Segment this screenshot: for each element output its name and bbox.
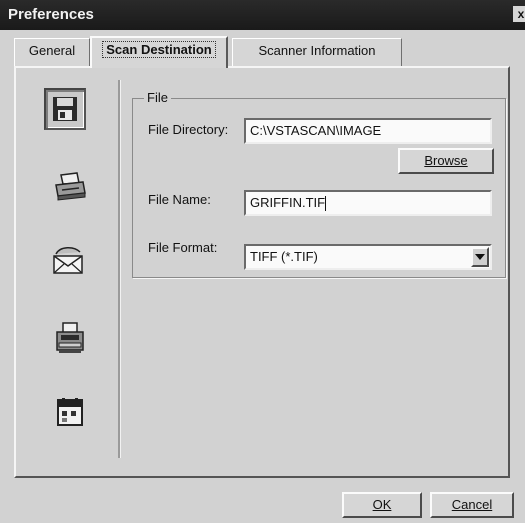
browse-button[interactable]: Browse — [398, 148, 494, 174]
file-directory-field[interactable]: C:\VSTASCAN\IMAGE — [244, 118, 492, 144]
window-title: Preferences — [8, 6, 94, 23]
disk-icon — [53, 97, 77, 121]
close-icon[interactable]: x — [513, 6, 525, 22]
file-directory-label: File Directory: — [148, 122, 229, 137]
text-caret — [325, 196, 327, 212]
destination-file[interactable] — [44, 88, 86, 130]
file-format-label: File Format: — [148, 240, 218, 255]
destination-printer[interactable] — [50, 166, 90, 206]
printer-icon — [55, 172, 86, 201]
tab-scanner-information[interactable]: Scanner Information — [232, 38, 402, 66]
ok-button[interactable]: OK — [342, 492, 422, 518]
file-name-label: File Name: — [148, 192, 211, 207]
cancel-button[interactable]: Cancel — [430, 492, 514, 518]
preferences-dialog: Preferences x General Scan Destination S… — [0, 0, 525, 523]
destination-fax[interactable] — [50, 318, 90, 358]
chevron-down-icon[interactable] — [471, 247, 489, 267]
ok-button-label: OK — [372, 497, 392, 512]
tab-scan-destination-label: Scan Destination — [102, 41, 216, 58]
tab-general-label: General — [28, 43, 76, 58]
destination-calendar[interactable] — [50, 392, 90, 432]
cancel-button-label: Cancel — [451, 497, 493, 512]
file-directory-value: C:\VSTASCAN\IMAGE — [250, 123, 382, 138]
destination-divider — [118, 80, 121, 458]
file-name-field[interactable]: GRIFFIN.TIF — [244, 190, 492, 216]
destination-mail[interactable] — [48, 240, 88, 280]
fax-icon — [56, 322, 84, 353]
calendar-icon — [57, 398, 83, 426]
mail-icon — [53, 247, 83, 274]
tab-general[interactable]: General — [14, 38, 90, 66]
file-format-select[interactable]: TIFF (*.TIF) — [244, 244, 492, 270]
title-bar[interactable]: Preferences x — [0, 0, 525, 30]
file-format-value: TIFF (*.TIF) — [250, 249, 318, 264]
tab-scanner-information-label: Scanner Information — [258, 43, 376, 58]
file-name-value: GRIFFIN.TIF — [250, 195, 326, 210]
file-group-legend: File — [144, 90, 171, 105]
browse-button-label: Browse — [424, 153, 468, 168]
tab-scan-destination[interactable]: Scan Destination — [90, 36, 228, 68]
